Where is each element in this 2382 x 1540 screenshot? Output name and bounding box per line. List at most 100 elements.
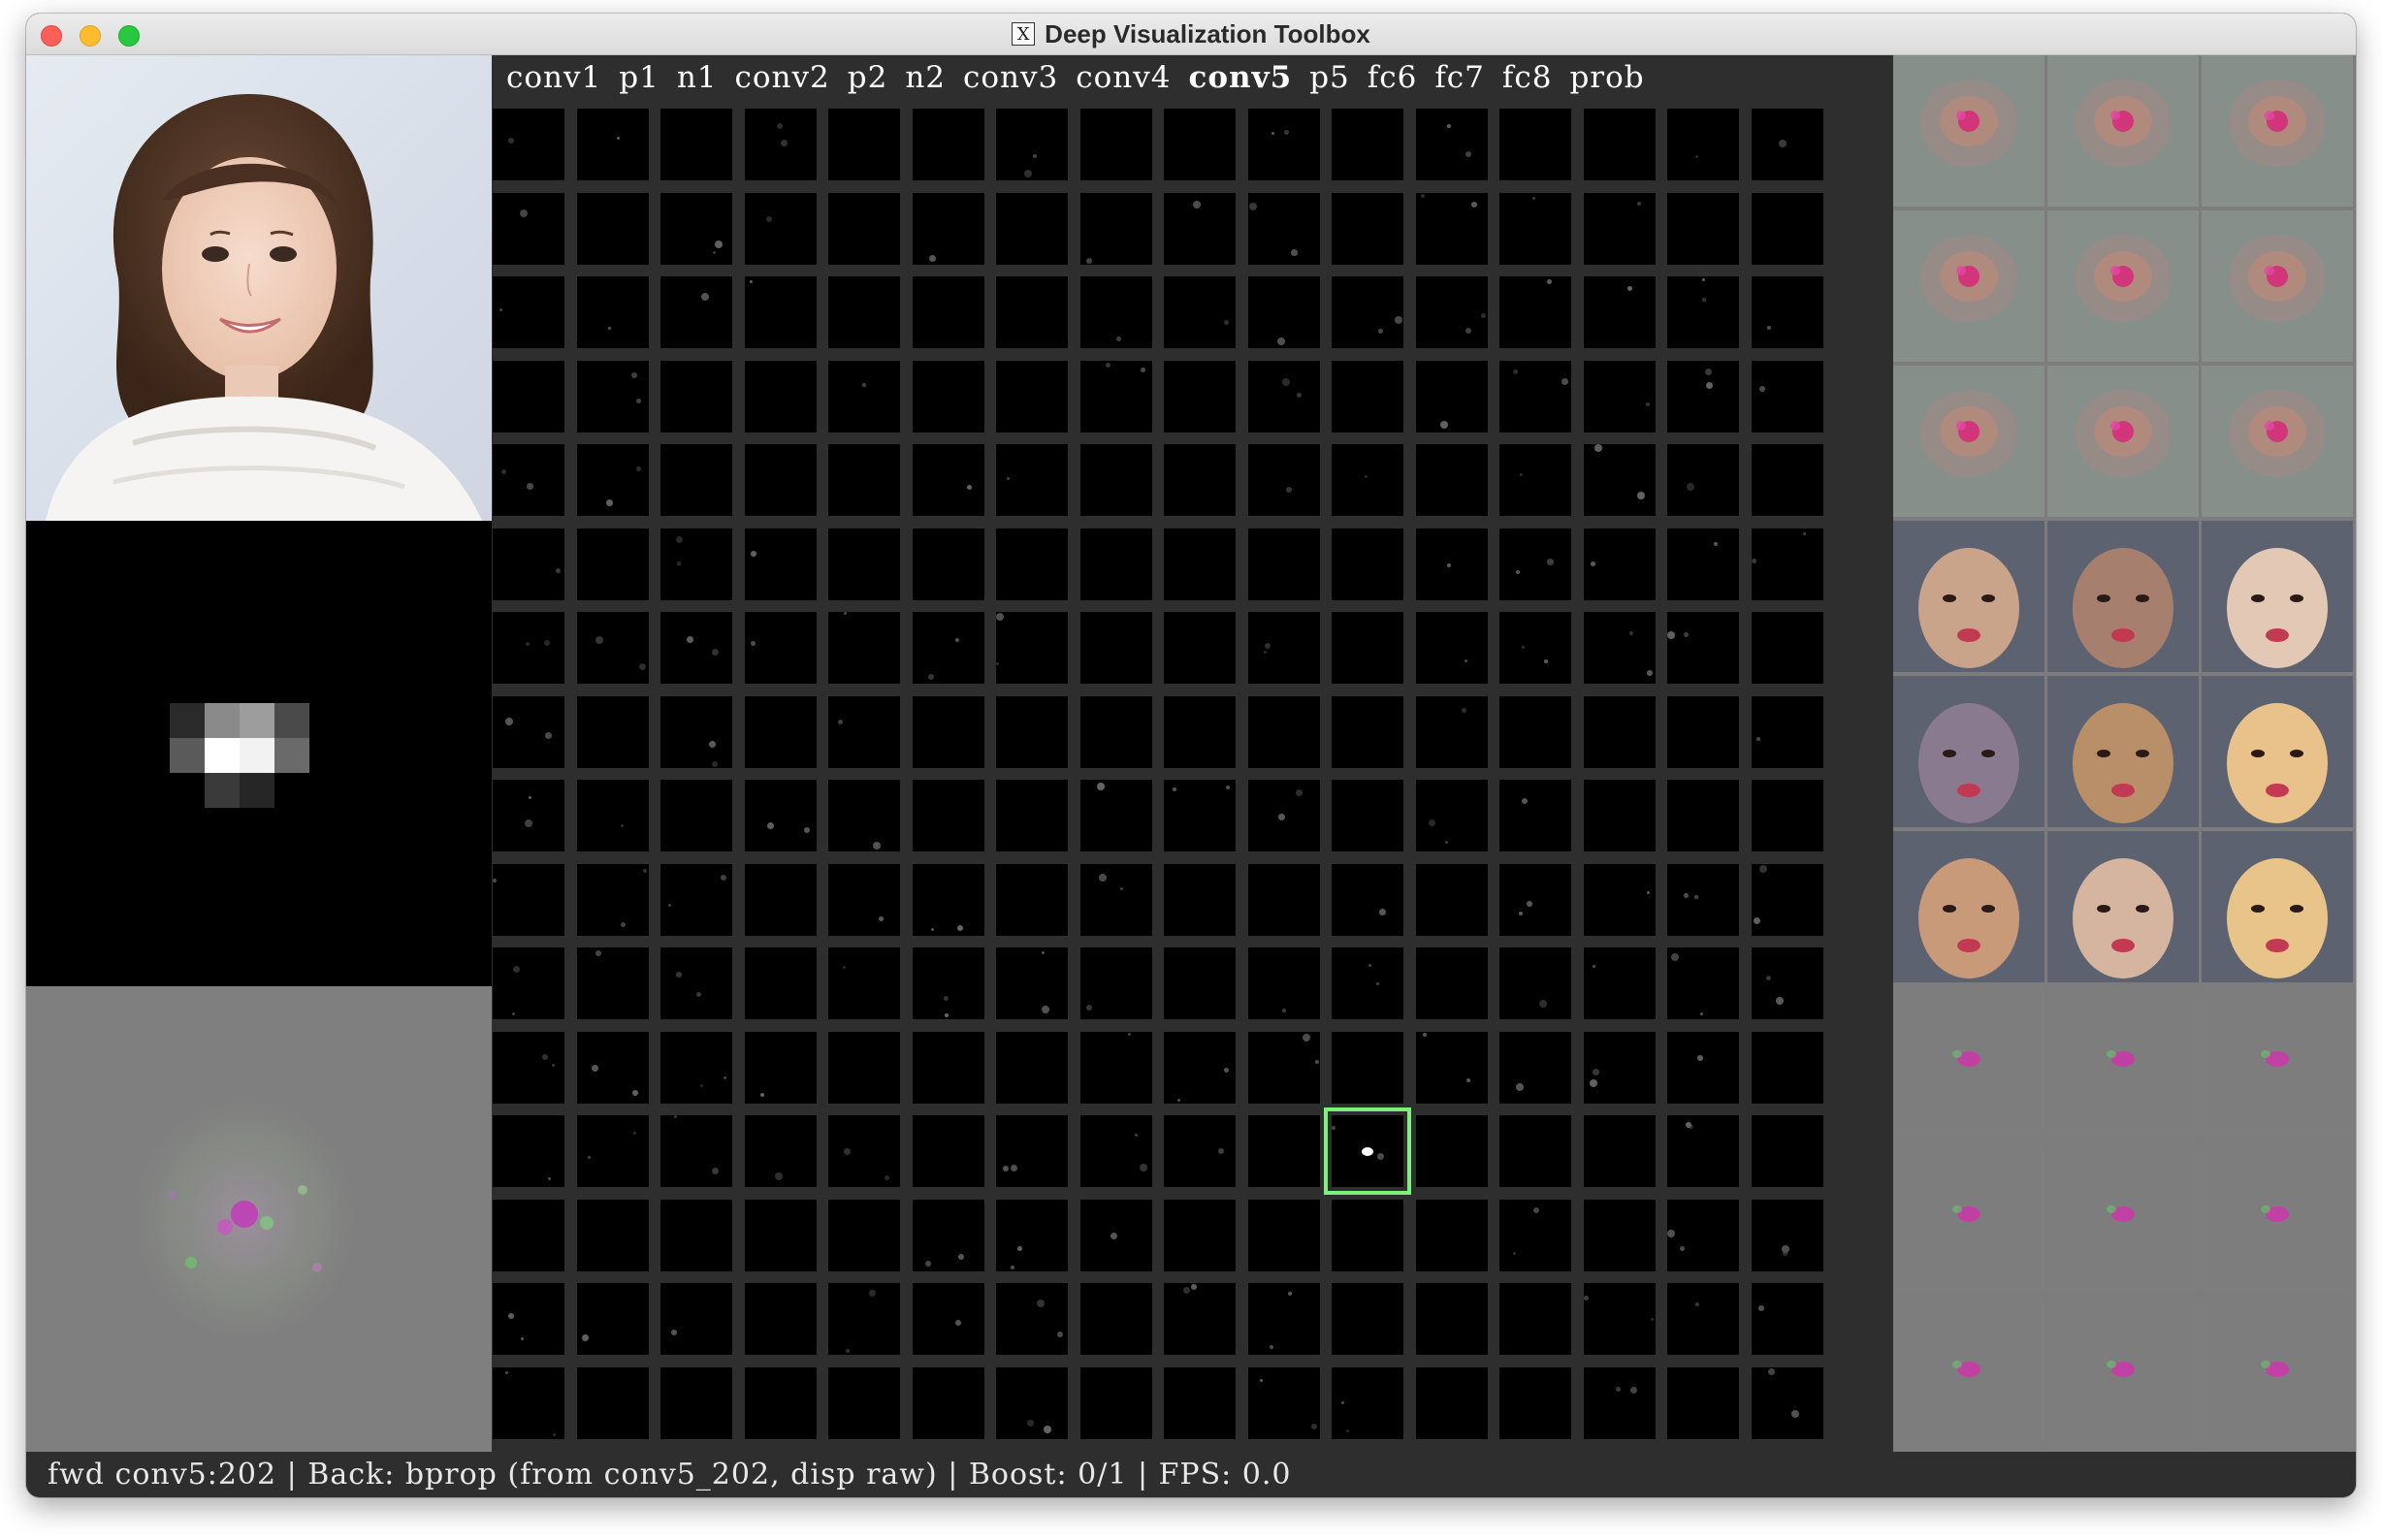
unit-cell[interactable] (1247, 1115, 1320, 1187)
unit-cell[interactable] (1079, 695, 1152, 768)
unit-cell[interactable] (1164, 528, 1236, 600)
unit-cell[interactable] (1667, 612, 1739, 684)
unit-cell[interactable] (744, 1031, 817, 1104)
unit-cell[interactable] (1079, 528, 1152, 600)
unit-cell[interactable] (1751, 695, 1823, 768)
unit-cell[interactable] (1415, 360, 1488, 433)
unit-cell[interactable] (1499, 109, 1571, 180)
unit-cell[interactable] (996, 192, 1068, 265)
layer-tab-fc7[interactable]: fc7 (1434, 60, 1485, 95)
layer-tab-prob[interactable]: prob (1569, 60, 1644, 95)
unit-cell[interactable] (1751, 863, 1823, 936)
unit-cell[interactable] (912, 528, 984, 600)
unit-cell[interactable] (912, 780, 984, 851)
unit-cell[interactable] (576, 360, 649, 433)
unit-cell[interactable] (1247, 695, 1320, 768)
unit-cell[interactable] (1332, 863, 1403, 936)
layer-tab-fc6[interactable]: fc6 (1368, 60, 1418, 95)
unit-cell[interactable] (576, 695, 649, 768)
unit-cell[interactable] (1667, 528, 1739, 600)
unit-cell[interactable] (1583, 1283, 1656, 1355)
unit-cell[interactable] (576, 1366, 649, 1439)
unit-cell[interactable] (1079, 444, 1152, 516)
unit-cell[interactable] (828, 1366, 900, 1439)
unit-cell[interactable] (1164, 863, 1236, 936)
unit-cell[interactable] (1079, 612, 1152, 684)
unit-cell[interactable] (493, 863, 564, 936)
unit-cell[interactable] (493, 1115, 564, 1187)
layer-tab-conv3[interactable]: conv3 (963, 60, 1058, 95)
unit-cell[interactable] (1332, 192, 1403, 265)
unit-cell[interactable] (1164, 360, 1236, 433)
unit-cell[interactable] (1499, 1031, 1571, 1104)
unit-cell[interactable] (1499, 612, 1571, 684)
unit-cell[interactable] (1751, 109, 1823, 180)
unit-cell[interactable] (1583, 863, 1656, 936)
unit-cell[interactable] (660, 863, 732, 936)
unit-cell[interactable] (912, 276, 984, 348)
unit-cell[interactable] (576, 528, 649, 600)
unit-cell[interactable] (744, 1199, 817, 1271)
unit-cell[interactable] (1332, 109, 1403, 180)
unit-cell[interactable] (1079, 1199, 1152, 1271)
unit-cell[interactable] (1332, 1031, 1403, 1104)
unit-cell[interactable] (1499, 360, 1571, 433)
unit-cell[interactable] (1079, 1031, 1152, 1104)
unit-cell[interactable] (828, 109, 900, 180)
unit-cell[interactable] (828, 276, 900, 348)
unit-cell[interactable] (1247, 1199, 1320, 1271)
unit-cell[interactable] (1667, 1031, 1739, 1104)
unit-cell[interactable] (1667, 780, 1739, 851)
unit-cell[interactable] (1164, 444, 1236, 516)
unit-cell[interactable] (1751, 444, 1823, 516)
unit-cell[interactable] (1499, 780, 1571, 851)
layer-tab-p5[interactable]: p5 (1309, 60, 1350, 95)
unit-cell[interactable] (1164, 1366, 1236, 1439)
unit-cell[interactable] (1415, 192, 1488, 265)
unit-cell[interactable] (1667, 1199, 1739, 1271)
unit-cell[interactable] (1667, 444, 1739, 516)
unit-cell[interactable] (1332, 1199, 1403, 1271)
unit-cell[interactable] (576, 1031, 649, 1104)
unit-cell[interactable] (493, 695, 564, 768)
unit-cell[interactable] (912, 360, 984, 433)
layer-tab-n1[interactable]: n1 (677, 60, 718, 95)
unit-cell[interactable] (996, 1366, 1068, 1439)
unit-cell[interactable] (1247, 780, 1320, 851)
unit-cell[interactable] (493, 1031, 564, 1104)
unit-cell[interactable] (1751, 612, 1823, 684)
unit-cell[interactable] (912, 863, 984, 936)
unit-cell[interactable] (1324, 1107, 1411, 1195)
layer-tab-p1[interactable]: p1 (619, 60, 660, 95)
unit-cell[interactable] (576, 109, 649, 180)
unit-cell[interactable] (828, 780, 900, 851)
unit-cell[interactable] (1751, 1283, 1823, 1355)
unit-cell[interactable] (1667, 192, 1739, 265)
unit-cell[interactable] (1751, 1366, 1823, 1439)
unit-cell[interactable] (1164, 1283, 1236, 1355)
unit-cell[interactable] (996, 947, 1068, 1019)
unit-cell[interactable] (1079, 360, 1152, 433)
unit-cell[interactable] (1164, 1031, 1236, 1104)
unit-cell[interactable] (1164, 695, 1236, 768)
unit-cell[interactable] (1751, 1115, 1823, 1187)
unit-cell[interactable] (1583, 1199, 1656, 1271)
unit-cell[interactable] (1164, 1115, 1236, 1187)
unit-cell[interactable] (576, 1199, 649, 1271)
unit-cell[interactable] (1667, 1115, 1739, 1187)
unit-cell[interactable] (744, 444, 817, 516)
unit-cell[interactable] (1332, 276, 1403, 348)
unit-cell[interactable] (828, 695, 900, 768)
unit-cell[interactable] (912, 1199, 984, 1271)
unit-cell[interactable] (1751, 276, 1823, 348)
unit-cell[interactable] (660, 192, 732, 265)
unit-cell[interactable] (1415, 1031, 1488, 1104)
unit-cell[interactable] (493, 109, 564, 180)
unit-cell[interactable] (828, 192, 900, 265)
unit-cell[interactable] (744, 528, 817, 600)
unit-cell[interactable] (744, 780, 817, 851)
unit-cell[interactable] (1751, 1031, 1823, 1104)
unit-cell[interactable] (1247, 612, 1320, 684)
unit-cell[interactable] (1583, 109, 1656, 180)
layer-tab-conv5[interactable]: conv5 (1189, 60, 1293, 95)
